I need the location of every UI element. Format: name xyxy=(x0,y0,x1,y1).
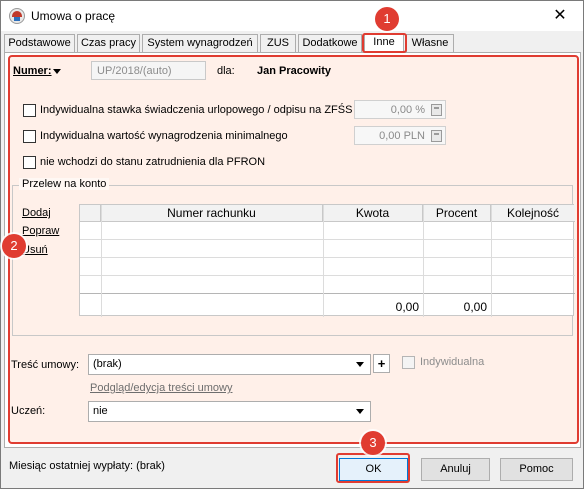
indywidualna-checkbox[interactable] xyxy=(402,356,415,369)
uczen-value: nie xyxy=(93,405,108,417)
table-row[interactable] xyxy=(80,258,575,276)
checkbox[interactable] xyxy=(23,130,36,143)
accounts-table[interactable]: Numer rachunku Kwota Procent Kolejność 0… xyxy=(79,204,575,317)
ok-highlight-frame xyxy=(336,453,410,483)
checkbox-label[interactable]: Indywidualna stawka świadczenia urlopowe… xyxy=(40,104,352,116)
table-header-kolejnosc[interactable]: Kolejność xyxy=(491,205,575,222)
checkbox-label[interactable]: Indywidualna wartość wynagrodzenia minim… xyxy=(40,130,288,142)
transfer-group-title: Przelew na konto xyxy=(19,178,110,190)
calculator-icon[interactable] xyxy=(431,130,442,142)
column-divider xyxy=(101,205,102,317)
total-kwota: 0,00 xyxy=(395,300,419,314)
checkbox[interactable] xyxy=(23,156,36,169)
edit-account-button[interactable]: Popraw xyxy=(22,225,59,237)
uczen-label: Uczeń: xyxy=(11,405,46,417)
panel-content: Numer: UP/2018/(auto) dla: Jan Pracowity… xyxy=(1,1,584,489)
wynagrodzenie-minimalne-field[interactable]: 0,00 PLN xyxy=(354,126,446,145)
numer-field[interactable]: UP/2018/(auto) xyxy=(91,61,206,80)
step-badge-3: 3 xyxy=(361,431,385,455)
indywidualna-label: Indywidualna xyxy=(420,356,485,368)
add-account-button[interactable]: Dodaj xyxy=(22,207,51,219)
podglad-edycja-link[interactable]: Podgląd/edycja treści umowy xyxy=(90,382,232,394)
employee-name: Jan Pracowity xyxy=(257,65,331,77)
chevron-down-icon[interactable] xyxy=(356,409,364,414)
wynagrodzenie-minimalne-value: 0,00 PLN xyxy=(379,130,425,142)
uczen-select[interactable]: nie xyxy=(88,401,371,422)
checkbox[interactable] xyxy=(23,104,36,117)
tab-highlight-frame xyxy=(362,33,407,53)
table-row[interactable] xyxy=(80,222,575,240)
tresc-umowy-select[interactable]: (brak) xyxy=(88,354,371,375)
table-row[interactable] xyxy=(80,240,575,258)
step-badge-1: 1 xyxy=(375,7,399,31)
chevron-down-icon[interactable] xyxy=(356,362,364,367)
table-header-kwota[interactable]: Kwota xyxy=(323,205,423,222)
stawka-urlopowa-value: 0,00 % xyxy=(390,104,425,116)
dialog-window: Umowa o pracę ✕ Podstawowe Czas pracy Sy… xyxy=(0,0,584,489)
dla-label: dla: xyxy=(217,65,235,77)
table-header-procent[interactable]: Procent xyxy=(423,205,491,222)
calculator-icon[interactable] xyxy=(431,104,442,116)
table-header-numer-rachunku[interactable]: Numer rachunku xyxy=(101,205,323,222)
chevron-down-icon[interactable] xyxy=(53,69,61,74)
table-header-indicator xyxy=(80,205,101,222)
step-badge-2: 2 xyxy=(2,234,26,258)
total-procent: 0,00 xyxy=(463,300,487,314)
add-tresc-button[interactable]: + xyxy=(373,354,390,373)
stawka-urlopowa-field[interactable]: 0,00 % xyxy=(354,100,446,119)
numer-dropdown-label[interactable]: Numer: xyxy=(13,65,52,77)
tresc-umowy-value: (brak) xyxy=(93,358,122,370)
table-row[interactable] xyxy=(80,276,575,294)
tresc-umowy-label: Treść umowy: xyxy=(11,359,80,371)
column-divider xyxy=(491,205,492,317)
checkbox-label[interactable]: nie wchodzi do stanu zatrudnienia dla PF… xyxy=(40,156,265,168)
